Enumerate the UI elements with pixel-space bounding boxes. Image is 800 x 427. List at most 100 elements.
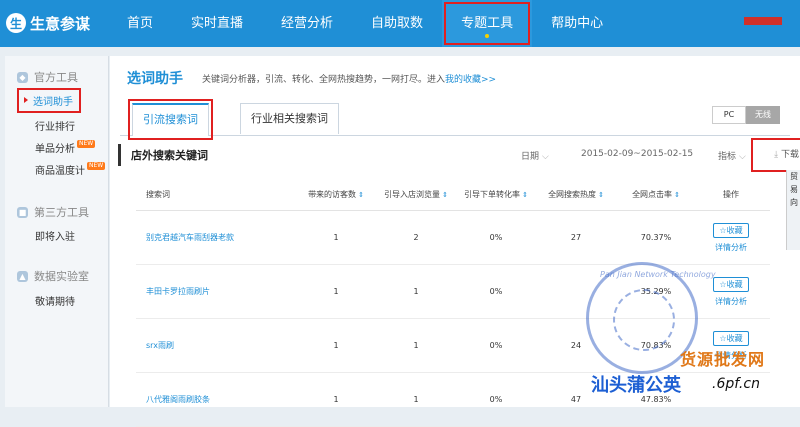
download-label: 下载 [780, 150, 799, 160]
date-range: 2015-02-09~2015-02-15 [581, 149, 694, 159]
metric-filter[interactable]: 指标 ⌵ [718, 149, 746, 162]
main-nav: 首页 实时直播 经营分析 自助取数 专题工具 帮助中心 [108, 0, 622, 47]
device-switch: PC 无线 [712, 106, 780, 124]
right-edge-fragment: 贸易向 [786, 170, 800, 250]
detail-analysis-link[interactable]: 详情分析 [715, 242, 747, 253]
keyword-link[interactable]: 丰田卡罗拉雨刷片 [136, 286, 296, 297]
sidebar-item-coming-soon[interactable]: 即将入驻 [35, 228, 75, 243]
metric-filter-label: 指标 [718, 152, 737, 162]
tab-industry-keywords[interactable]: 行业相关搜索词 [240, 103, 339, 134]
sort-icon: ⇕ [442, 190, 448, 199]
app-title: 生意参谋 [30, 14, 91, 33]
cell-pageviews: 1 [413, 395, 419, 404]
favorite-label: 收藏 [726, 279, 743, 289]
keyword-link[interactable]: srx雨刷 [136, 340, 296, 351]
header-ctr[interactable]: 全网点击率 ⇕ [616, 189, 696, 200]
row-actions: ☆收藏 详情分析 [696, 276, 766, 307]
device-pc-button[interactable]: PC [712, 106, 746, 124]
favorite-button[interactable]: ☆收藏 [713, 222, 749, 238]
watermark-company: 汕头蒲公英 [591, 375, 681, 396]
detail-analysis-link[interactable]: 详情分析 [715, 296, 747, 307]
device-wireless-button[interactable]: 无线 [746, 106, 780, 124]
sort-icon: ⇕ [522, 190, 528, 199]
cell-pageviews: 1 [413, 341, 419, 350]
date-filter[interactable]: 日期 ⌵ [521, 149, 549, 162]
sidebar-item-industry-ranking[interactable]: 行业排行 [35, 118, 75, 133]
favorite-label: 收藏 [726, 333, 743, 343]
download-icon: ⤓ [774, 150, 779, 160]
cell-search-heat: 27 [570, 233, 582, 242]
sidebar-group-data-lab: ▲ 数据实验室 [17, 268, 89, 284]
cell-visitors: 1 [333, 341, 339, 350]
user-name-redacted [744, 17, 782, 25]
sidebar-item-label: 商品温度计 [35, 166, 85, 177]
favorite-button[interactable]: ☆收藏 [713, 276, 749, 292]
cell-conversion: 0% [489, 341, 503, 350]
section-title: 店外搜索关键词 [131, 149, 208, 162]
cell-conversion: 0% [489, 395, 503, 404]
new-badge: NEW [77, 140, 96, 148]
sort-icon: ⇕ [674, 190, 680, 199]
flask-icon: ▲ [17, 270, 28, 282]
sidebar-group-label: 官方工具 [34, 71, 78, 84]
header-conversion[interactable]: 引导下单转化率 ⇕ [456, 189, 536, 200]
sidebar-group-label: 数据实验室 [34, 270, 89, 283]
cell-pageviews: 2 [413, 233, 419, 242]
nav-self-service-data[interactable]: 自助取数 [352, 0, 442, 47]
nav-realtime[interactable]: 实时直播 [172, 0, 262, 47]
section-header: 店外搜索关键词 日期 ⌵ 2015-02-09~2015-02-15 指标 ⌵ [118, 144, 800, 166]
chevron-down-icon: ⌵ [542, 152, 549, 162]
header-label: 全网搜索热度 [548, 189, 597, 199]
new-badge: NEW [87, 162, 106, 170]
table-header: 搜索词 带来的访客数 ⇕ 引导入店浏览量 ⇕ 引导下单转化率 ⇕ 全网搜索热度 ⇕ 全网… [136, 178, 770, 211]
nav-help-center[interactable]: 帮助中心 [532, 0, 622, 47]
cell-visitors: 1 [333, 395, 339, 404]
sidebar-group-official: ◆ 官方工具 [17, 69, 78, 85]
header-actions: 操作 [723, 189, 739, 199]
nav-home[interactable]: 首页 [108, 0, 172, 47]
sidebar-group-third-party: ■ 第三方工具 [17, 204, 89, 220]
watermark-url: .6pf.cn [712, 376, 760, 392]
tab-traffic-keywords[interactable]: 引流搜索词 [128, 99, 213, 140]
sort-icon: ⇕ [358, 190, 364, 199]
description-text: 关键词分析器，引流、转化、全网热搜趋势，一网打尽。进入 [202, 75, 446, 85]
logo-icon: 生 [6, 13, 26, 33]
cell-visitors: 1 [333, 287, 339, 296]
nav-special-tools[interactable]: 专题工具 [442, 0, 533, 47]
sidebar-item-keyword-helper[interactable]: 选词助手 [17, 88, 81, 113]
star-icon: ☆ [719, 333, 727, 343]
chevron-down-icon: ⌵ [739, 152, 746, 162]
page-description: 关键词分析器，引流、转化、全网热搜趋势，一网打尽。进入我的收藏>> [202, 72, 496, 85]
sidebar: ◆ 官方工具 选词助手 行业排行 单品分析NEW 商品温度计NEW ■ 第三方工… [5, 56, 109, 407]
cell-visitors: 1 [333, 233, 339, 242]
row-actions: ☆收藏 详情分析 [696, 222, 766, 253]
my-favorites-link[interactable]: 我的收藏>> [445, 75, 496, 85]
cell-conversion: 0% [489, 287, 503, 296]
watermark-site-name: 货源批发网 [680, 350, 766, 369]
app-logo[interactable]: 生 生意参谋 [6, 10, 90, 36]
header-label: 引导入店浏览量 [384, 189, 441, 199]
nav-business-analysis[interactable]: 经营分析 [262, 0, 352, 47]
favorite-button[interactable]: ☆收藏 [713, 330, 749, 346]
page-title: 选词助手 [127, 71, 183, 87]
header-label: 全网点击率 [632, 189, 673, 199]
cell-conversion: 0% [489, 233, 503, 242]
keyword-link[interactable]: 八代雅阁雨刷胶条 [136, 394, 296, 405]
star-icon: ☆ [719, 279, 727, 289]
download-button[interactable]: ⤓ 下载 [751, 138, 800, 172]
header-search-heat[interactable]: 全网搜索热度 ⇕ [536, 189, 616, 200]
sidebar-group-label: 第三方工具 [34, 206, 89, 219]
header-label: 带来的访客数 [308, 189, 357, 199]
sidebar-item-item-analysis[interactable]: 单品分析NEW [35, 140, 96, 155]
sidebar-item-product-thermometer[interactable]: 商品温度计NEW [35, 162, 106, 177]
sidebar-item-stay-tuned[interactable]: 敬请期待 [35, 293, 75, 308]
shield-icon: ◆ [17, 71, 28, 83]
tab-bar: 引流搜索词 行业相关搜索词 [120, 99, 790, 140]
table-row: 别克君越汽车雨刮器老款 1 2 0% 27 70.37% ☆收藏 详情分析 [136, 211, 770, 265]
keyword-link[interactable]: 别克君越汽车雨刮器老款 [136, 232, 296, 243]
cell-ctr: 70.37% [640, 233, 672, 242]
header-visitors[interactable]: 带来的访客数 ⇕ [296, 189, 376, 200]
watermark-ring-text: Pan Jian Network Technology [600, 270, 716, 279]
star-icon: ☆ [719, 225, 727, 235]
header-pageviews[interactable]: 引导入店浏览量 ⇕ [376, 189, 456, 200]
